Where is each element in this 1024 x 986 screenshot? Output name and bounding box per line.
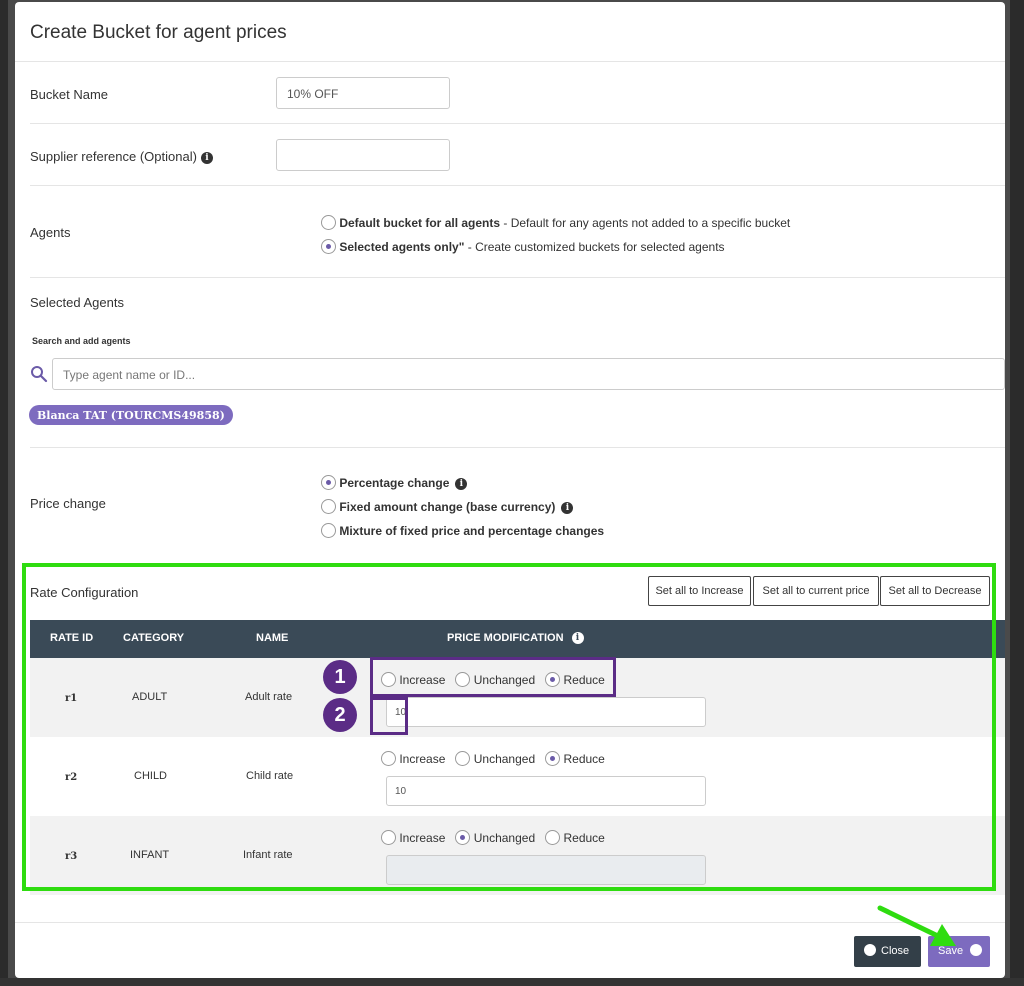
rate-config-highlight	[22, 563, 996, 891]
bucket-name-row: Bucket Name 10% OFF	[30, 62, 1005, 124]
agents-option-default[interactable]: Default bucket for all agents - Default …	[321, 215, 790, 230]
agents-label: Agents	[30, 225, 71, 240]
option-title: Fixed amount change (base currency)	[339, 500, 556, 514]
backdrop-bottom	[0, 978, 1024, 986]
annotation-badge-2: 2	[323, 698, 357, 732]
annotation-box-1	[370, 657, 616, 697]
annotation-box-2	[370, 697, 408, 735]
search-agents-label: Search and add agents	[32, 336, 131, 346]
option-desc: - Create customized buckets for selected…	[464, 240, 725, 254]
option-title: Default bucket for all agents	[339, 216, 501, 230]
price-option-mixture[interactable]: Mixture of fixed price and percentage ch…	[321, 523, 604, 538]
modal-title: Create Bucket for agent prices	[30, 22, 287, 43]
bucket-name-label: Bucket Name	[30, 87, 109, 102]
radio-percentage[interactable]	[321, 475, 336, 490]
radio-selected-agents[interactable]	[321, 239, 336, 254]
info-icon[interactable]: i	[455, 478, 468, 490]
radio-fixed[interactable]	[321, 499, 336, 514]
supplier-ref-label: Supplier reference (Optional) i	[30, 149, 213, 164]
price-option-percentage[interactable]: Percentage change i	[321, 475, 468, 490]
option-title: Mixture of fixed price and percentage ch…	[339, 524, 605, 538]
backdrop-right	[1010, 0, 1024, 986]
agents-option-selected[interactable]: Selected agents only" - Create customize…	[321, 239, 725, 254]
arrow-circle-icon	[970, 944, 983, 956]
bucket-name-input[interactable]: 10% OFF	[276, 77, 450, 109]
radio-mixture[interactable]	[321, 523, 336, 538]
supplier-ref-row: Supplier reference (Optional) i	[30, 124, 1005, 186]
price-change-label: Price change	[30, 496, 106, 511]
price-option-fixed[interactable]: Fixed amount change (base currency) i	[321, 499, 574, 514]
option-title: Percentage change	[339, 476, 450, 490]
supplier-ref-input[interactable]	[276, 139, 450, 171]
selected-agents-label: Selected Agents	[30, 295, 124, 310]
info-icon[interactable]: i	[561, 502, 574, 514]
annotation-badge-1: 1	[323, 660, 357, 694]
info-icon[interactable]: i	[200, 152, 213, 164]
agent-search-input[interactable]: Type agent name or ID...	[52, 358, 1005, 390]
agent-chip[interactable]: Blanca TAT (TOURCMS49858)	[29, 405, 233, 425]
option-title: Selected agents only"	[339, 240, 465, 254]
radio-default-bucket[interactable]	[321, 215, 336, 230]
agents-row: Agents Default bucket for all agents - D…	[30, 186, 1005, 278]
footer-divider	[15, 922, 1005, 923]
search-icon	[31, 366, 48, 383]
option-desc: - Default for any agents not added to a …	[500, 216, 791, 230]
selected-agents-section: Selected Agents Search and add agents Ty…	[29, 278, 1005, 448]
backdrop-left	[0, 0, 8, 986]
supplier-ref-text: Supplier reference (Optional)	[30, 149, 197, 164]
pointer-arrow-icon	[877, 905, 956, 946]
modal-header: Create Bucket for agent prices	[15, 2, 1005, 62]
